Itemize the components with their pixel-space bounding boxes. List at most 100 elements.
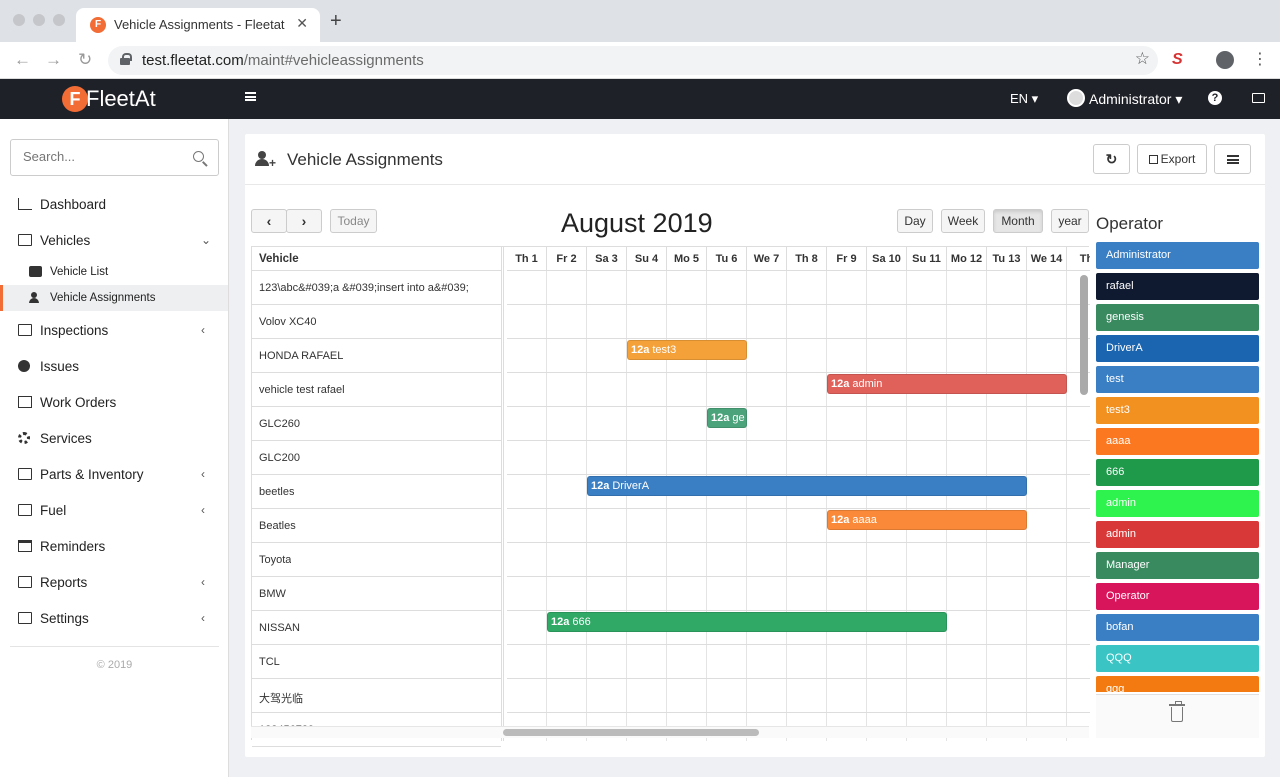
browser-menu-icon[interactable]: ⋮: [1252, 50, 1268, 70]
event-title: admin: [852, 378, 883, 390]
assignment-event[interactable]: 12a aaaa: [827, 510, 1027, 530]
operator-chip[interactable]: Manager: [1096, 552, 1259, 579]
folder-icon: [18, 612, 32, 624]
panel-header: + Vehicle Assignments ↻ Export: [245, 134, 1265, 185]
folder-icon: [18, 576, 32, 588]
day-column[interactable]: [507, 271, 547, 741]
new-tab-icon[interactable]: +: [330, 11, 342, 31]
event-time: 12a: [551, 616, 570, 628]
sidebar-item-fuel[interactable]: Fuel ‹: [0, 497, 228, 525]
day-column[interactable]: [587, 271, 627, 741]
language-dropdown[interactable]: EN ▾: [1010, 91, 1038, 107]
today-button[interactable]: Today: [330, 209, 377, 233]
vertical-scrollbar[interactable]: [1080, 275, 1088, 395]
sidebar-item-parts-inventory[interactable]: Parts & Inventory ‹: [0, 461, 228, 489]
operator-chip[interactable]: aaaa: [1096, 428, 1259, 455]
day-header: Mo 5: [667, 247, 707, 271]
view-week-button[interactable]: Week: [941, 209, 985, 233]
window-minimize-dot[interactable]: [33, 14, 45, 26]
chevron-left-icon: ‹: [201, 611, 205, 625]
refresh-button[interactable]: ↻: [1093, 144, 1130, 174]
window-maximize-dot[interactable]: [53, 14, 65, 26]
sidebar-item-reports[interactable]: Reports ‹: [0, 569, 228, 597]
assignment-event[interactable]: 12a test3: [627, 340, 747, 360]
search-input[interactable]: [23, 149, 183, 164]
day-column[interactable]: [827, 271, 867, 741]
assignment-event[interactable]: 12a ge: [707, 408, 747, 428]
search-icon[interactable]: [193, 151, 204, 162]
window-close-dot[interactable]: [13, 14, 25, 26]
day-column[interactable]: [547, 271, 587, 741]
forward-arrow-icon[interactable]: →: [45, 50, 62, 70]
sidebar-item-dashboard[interactable]: Dashboard: [0, 191, 228, 219]
sidebar-item-inspections[interactable]: Inspections ‹: [0, 317, 228, 345]
day-column[interactable]: [867, 271, 907, 741]
sidebar-item-settings[interactable]: Settings ‹: [0, 605, 228, 633]
view-month-button[interactable]: Month: [993, 209, 1043, 233]
operator-chip[interactable]: ggg: [1096, 676, 1259, 692]
browser-tab[interactable]: F Vehicle Assignments - Fleetat ✕: [76, 8, 320, 42]
account-icon[interactable]: [1216, 51, 1234, 69]
assignment-event[interactable]: 12a DriverA: [587, 476, 1027, 496]
horizontal-scrollbar[interactable]: [503, 729, 759, 736]
day-column[interactable]: [907, 271, 947, 741]
user-name: Administrator: [1089, 91, 1172, 107]
sidebar-item-vehicle-list[interactable]: Vehicle List: [0, 259, 228, 285]
day-header: Th: [1067, 247, 1090, 271]
day-column[interactable]: [1027, 271, 1067, 741]
operator-chip[interactable]: test: [1096, 366, 1259, 393]
sidebar-item-work-orders[interactable]: Work Orders: [0, 389, 228, 417]
event-title: 666: [572, 616, 591, 628]
operator-chip[interactable]: genesis: [1096, 304, 1259, 331]
day-header: We 14: [1027, 247, 1067, 271]
operator-chip[interactable]: QQQ: [1096, 645, 1259, 672]
operator-chip[interactable]: Administrator: [1096, 242, 1259, 269]
day-column[interactable]: [747, 271, 787, 741]
view-year-button[interactable]: year: [1051, 209, 1089, 233]
vehicle-name: Volov XC40: [259, 316, 317, 328]
day-header: Mo 12: [947, 247, 987, 271]
vehicle-name: 大驾光临: [259, 693, 303, 705]
operator-chip[interactable]: admin: [1096, 521, 1259, 548]
prev-month-button[interactable]: ‹: [251, 209, 287, 233]
day-column[interactable]: [947, 271, 987, 741]
trash-dropzone[interactable]: [1096, 694, 1259, 738]
sidebar-item-vehicle-assignments[interactable]: Vehicle Assignments: [0, 285, 228, 311]
bar-chart-icon: [18, 198, 32, 210]
sidebar-item-reminders[interactable]: Reminders: [0, 533, 228, 561]
export-button[interactable]: Export: [1137, 144, 1207, 174]
day-column[interactable]: [987, 271, 1027, 741]
mail-icon[interactable]: [1252, 93, 1265, 103]
reload-icon[interactable]: ↻: [78, 50, 92, 70]
day-column[interactable]: [787, 271, 827, 741]
operator-chip[interactable]: 666: [1096, 459, 1259, 486]
back-arrow-icon[interactable]: ←: [14, 50, 31, 70]
next-month-button[interactable]: ›: [286, 209, 322, 233]
sidebar-item-issues[interactable]: Issues: [0, 353, 228, 381]
operator-chip[interactable]: rafael: [1096, 273, 1259, 300]
list-view-button[interactable]: [1214, 144, 1251, 174]
day-header: Su 11: [907, 247, 947, 271]
operator-chip[interactable]: admin: [1096, 490, 1259, 517]
operator-chip[interactable]: DriverA: [1096, 335, 1259, 362]
sidebar-item-vehicles[interactable]: Vehicles ⌄: [0, 227, 228, 255]
help-icon[interactable]: ?: [1208, 91, 1222, 105]
sidebar-item-label: Settings: [40, 611, 89, 626]
avatar[interactable]: [1067, 89, 1085, 107]
assignment-event[interactable]: 12a admin: [827, 374, 1067, 394]
sidebar-item-services[interactable]: Services: [0, 425, 228, 453]
user-menu[interactable]: Administrator ▾: [1089, 91, 1182, 108]
extension-icon[interactable]: S: [1172, 51, 1190, 69]
day-label: Tu 13: [992, 253, 1021, 265]
operator-chip[interactable]: bofan: [1096, 614, 1259, 641]
day-label: Mo 5: [673, 253, 700, 265]
bookmark-star-icon[interactable]: ☆: [1135, 49, 1150, 69]
event-title: ge: [732, 412, 745, 424]
view-day-button[interactable]: Day: [897, 209, 933, 233]
operator-chip[interactable]: Operator: [1096, 583, 1259, 610]
url-field[interactable]: test.fleetat.com/maint#vehicleassignment…: [108, 46, 1158, 75]
operator-chip[interactable]: test3: [1096, 397, 1259, 424]
menu-toggle-icon[interactable]: [245, 92, 256, 101]
assignment-event[interactable]: 12a 666: [547, 612, 947, 632]
tab-close-icon[interactable]: ✕: [296, 15, 308, 32]
